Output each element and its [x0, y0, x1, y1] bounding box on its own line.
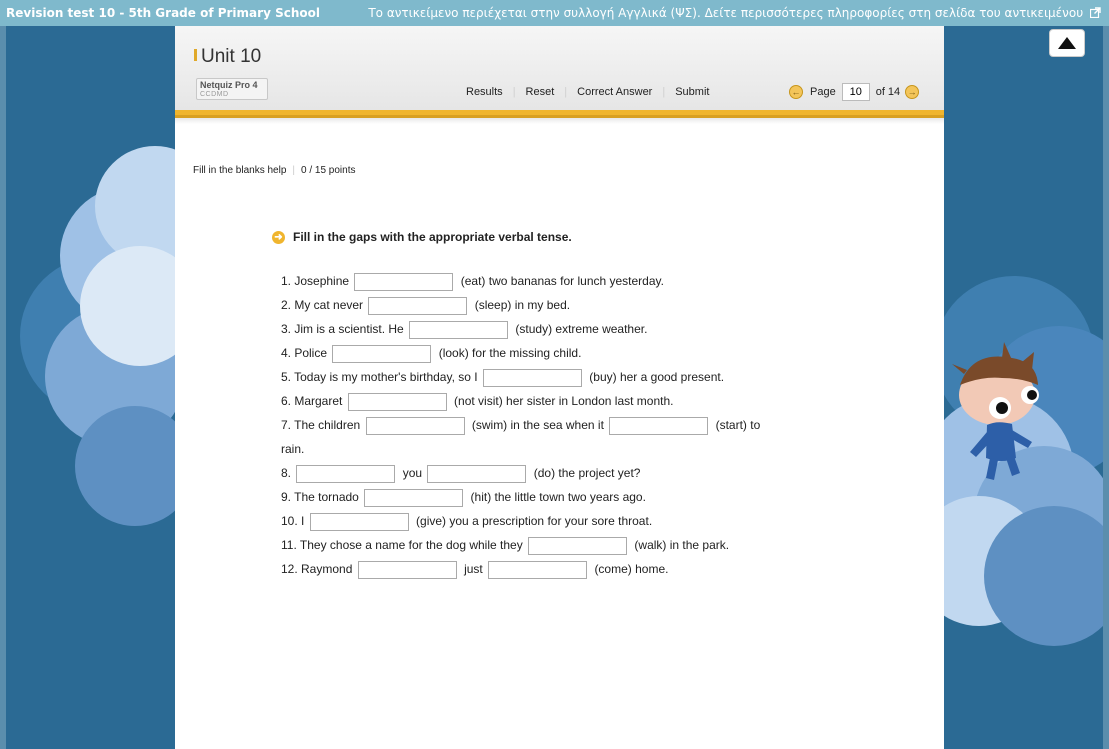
header-shadow: [175, 118, 944, 124]
question-text: (walk) in the park.: [634, 538, 730, 552]
answer-blank-12b[interactable]: [488, 560, 588, 579]
question-text: 11. They chose a name for the dog while …: [281, 538, 523, 552]
question-8: 8. you (do) the project yet?: [281, 461, 801, 485]
next-page-icon[interactable]: →: [905, 85, 920, 99]
question-text: (eat) two bananas for lunch yesterday.: [460, 274, 664, 288]
results-link[interactable]: Results: [466, 86, 503, 98]
question-text: (sleep) in my bed.: [474, 298, 571, 312]
answer-blank-8b[interactable]: [427, 464, 527, 483]
cloud-shape: [984, 506, 1109, 646]
question-text: 3. Jim is a scientist. He: [281, 322, 404, 336]
answer-blank-2[interactable]: [368, 296, 468, 315]
question-text: (look) for the missing child.: [438, 346, 582, 360]
logo-title: Netquiz Pro 4: [200, 80, 258, 90]
question-text: 10. I: [281, 514, 305, 528]
question-text: you: [402, 466, 423, 480]
quiz-nav: Results | Reset | Correct Answer | Submit: [466, 86, 709, 98]
question-text: (hit) the little town two years ago.: [470, 490, 646, 504]
question-text: (start) to: [715, 418, 761, 432]
mascot-character: [952, 342, 1039, 480]
left-edge: [0, 26, 6, 749]
unit-title: Unit 10: [194, 46, 261, 68]
netquiz-logo: Netquiz Pro 4 CCDMD: [196, 78, 268, 100]
question-text: (study) extreme weather.: [515, 322, 648, 336]
question-7: 7. The children (swim) in the sea when i…: [281, 413, 801, 437]
answer-blank-3[interactable]: [409, 320, 509, 339]
quiz-page: Unit 10 Netquiz Pro 4 CCDMD Results | Rese…: [175, 26, 944, 749]
help-separator: |: [292, 165, 295, 176]
nav-separator: |: [662, 86, 666, 98]
nav-separator: |: [564, 86, 568, 98]
answer-blank-8a[interactable]: [296, 464, 396, 483]
title-accent-bar: [194, 49, 197, 61]
points-counter: 0 / 15 points: [301, 165, 356, 176]
question-text: (come) home.: [594, 562, 669, 576]
question-11: 11. They chose a name for the dog while …: [281, 533, 801, 557]
previous-page-icon[interactable]: ←: [789, 85, 803, 99]
question-6: 6. Margaret (not visit) her sister in Lo…: [281, 389, 801, 413]
question-text: 9. The tornado: [281, 490, 359, 504]
question-9: 9. The tornado (hit) the little town two…: [281, 485, 801, 509]
answer-blank-5[interactable]: [482, 368, 582, 387]
unit-title-text: Unit 10: [201, 46, 262, 67]
logo-subtitle: CCDMD: [200, 91, 229, 98]
correct-answer-link[interactable]: Correct Answer: [577, 86, 652, 98]
question-text: (buy) her a good present.: [589, 370, 725, 384]
answer-blank-7b[interactable]: [609, 416, 709, 435]
page-label: Page: [810, 86, 836, 98]
question-2: 2. My cat never (sleep) in my bed.: [281, 293, 801, 317]
question-text: 6. Margaret: [281, 394, 343, 408]
top-bar: Revision test 10 - 5th Grade of Primary …: [0, 0, 1109, 26]
pager: ← Page of 14 →: [789, 83, 920, 101]
question-1: 1. Josephine (eat) two bananas for lunch…: [281, 269, 801, 293]
quiz-header: Unit 10 Netquiz Pro 4 CCDMD Results | Rese…: [175, 26, 944, 110]
answer-blank-1[interactable]: [354, 272, 454, 291]
question-12: 12. Raymond just (come) home.: [281, 557, 801, 581]
question-text: just: [464, 562, 483, 576]
collection-info-text: Το αντικείμενο περιέχεται στην συλλογή Α…: [368, 6, 1084, 20]
question-text: 4. Police: [281, 346, 328, 360]
question-text: 1. Josephine: [281, 274, 350, 288]
answer-blank-12a[interactable]: [357, 560, 457, 579]
right-edge: [1103, 26, 1109, 749]
triangle-up-icon: [1058, 37, 1076, 49]
answer-blank-9[interactable]: [364, 488, 464, 507]
question-text: (not visit) her sister in London last mo…: [454, 394, 674, 408]
question-text: (swim) in the sea when it: [471, 418, 604, 432]
page-number-input[interactable]: [841, 83, 870, 101]
answer-blank-4[interactable]: [332, 344, 432, 363]
nav-separator: |: [512, 86, 516, 98]
question-text: 2. My cat never: [281, 298, 364, 312]
question-text: 8.: [281, 466, 292, 480]
collection-info-link[interactable]: Το αντικείμενο περιέχεται στην συλλογή Α…: [368, 0, 1101, 26]
question-list: 1. Josephine (eat) two bananas for lunch…: [281, 269, 801, 581]
question-text: (give) you a prescription for your sore …: [416, 514, 653, 528]
question-4: 4. Police (look) for the missing child.: [281, 341, 801, 365]
question-3: 3. Jim is a scientist. He (study) extrem…: [281, 317, 801, 341]
instruction: ➜ Fill in the gaps with the appropriate …: [272, 230, 572, 244]
question-7-continued: rain.: [281, 437, 801, 461]
answer-blank-11[interactable]: [528, 536, 628, 555]
answer-blank-10[interactable]: [309, 512, 409, 531]
question-5: 5. Today is my mother's birthday, so I (…: [281, 365, 801, 389]
instruction-text: Fill in the gaps with the appropriate ve…: [293, 230, 572, 244]
fill-blanks-help-link[interactable]: Fill in the blanks help: [193, 165, 286, 176]
question-text: 12. Raymond: [281, 562, 353, 576]
reset-link[interactable]: Reset: [526, 86, 555, 98]
question-10: 10. I (give) you a prescription for your…: [281, 509, 801, 533]
question-text: 5. Today is my mother's birthday, so I: [281, 370, 478, 384]
submit-link[interactable]: Submit: [675, 86, 709, 98]
external-link-icon[interactable]: [1089, 7, 1101, 19]
answer-blank-7a[interactable]: [365, 416, 465, 435]
question-text: (do) the project yet?: [533, 466, 641, 480]
help-row: Fill in the blanks help | 0 / 15 points: [193, 165, 355, 176]
page-total-label: of 14: [875, 86, 901, 98]
left-background-panel: [0, 26, 215, 749]
arrow-right-icon: ➜: [272, 230, 285, 244]
question-text: rain.: [281, 442, 305, 456]
resource-title: Revision test 10 - 5th Grade of Primary …: [6, 6, 320, 20]
answer-blank-6[interactable]: [347, 392, 447, 411]
question-text: 7. The children: [281, 418, 361, 432]
scroll-top-button[interactable]: [1049, 29, 1085, 57]
